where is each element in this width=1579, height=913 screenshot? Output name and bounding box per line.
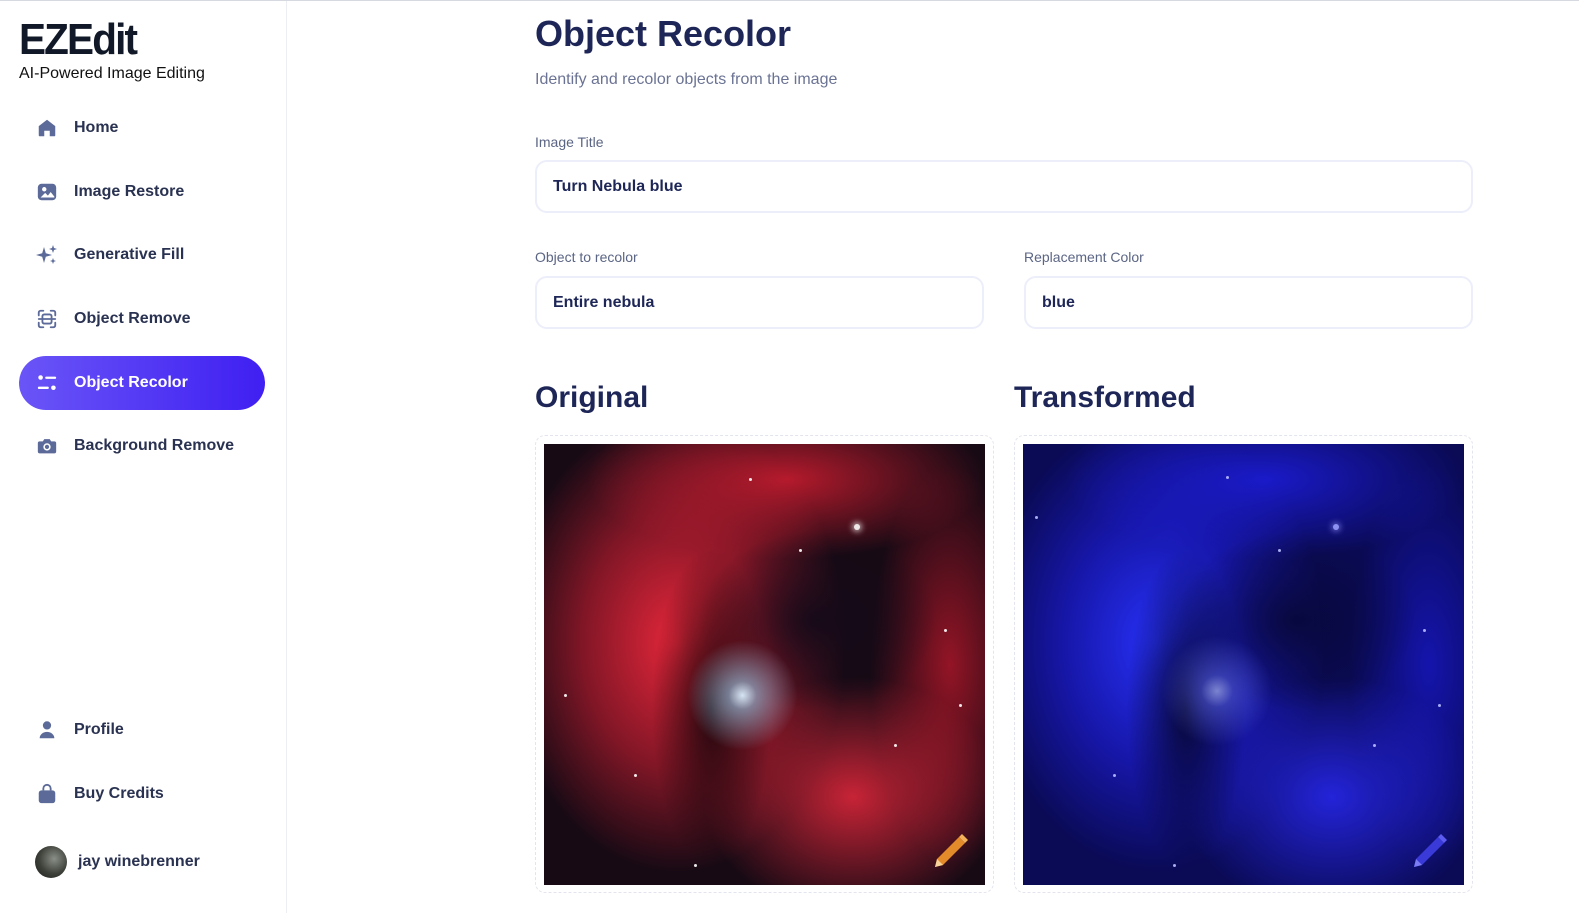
- sidebar-item-object-remove[interactable]: Object Remove: [19, 292, 265, 346]
- transformed-title: Transformed: [1014, 381, 1196, 414]
- original-image-frame: [535, 435, 994, 893]
- star: [1373, 744, 1376, 747]
- star: [854, 524, 860, 530]
- sidebar-item-generative-fill[interactable]: Generative Fill: [19, 228, 265, 282]
- sliders-icon: [35, 371, 59, 395]
- image-title-input[interactable]: [535, 160, 1473, 213]
- object-to-recolor-input[interactable]: [535, 276, 984, 329]
- camera-icon: [35, 434, 59, 458]
- replacement-color-label: Replacement Color: [1024, 249, 1144, 265]
- image-title-label: Image Title: [535, 134, 604, 150]
- star: [1173, 864, 1176, 867]
- pencil-icon[interactable]: [929, 829, 973, 873]
- avatar[interactable]: [35, 846, 67, 878]
- star: [749, 478, 752, 481]
- page-subtitle: Identify and recolor objects from the im…: [535, 71, 838, 88]
- sparkles-icon: [35, 243, 59, 267]
- sidebar: EZEdit AI-Powered Image Editing Home Ima…: [0, 1, 287, 913]
- shopping-bag-icon: [35, 782, 59, 806]
- brand[interactable]: EZEdit AI-Powered Image Editing: [19, 17, 205, 83]
- user-name: jay winebrenner: [78, 853, 200, 870]
- star: [1113, 774, 1116, 777]
- star: [1438, 704, 1441, 707]
- star: [894, 744, 897, 747]
- transformed-image[interactable]: [1023, 444, 1464, 885]
- scan-object-icon: [35, 307, 59, 331]
- star: [799, 549, 802, 552]
- transformed-image-frame: [1014, 435, 1473, 893]
- sidebar-item-image-restore[interactable]: Image Restore: [19, 165, 265, 219]
- star: [1423, 629, 1426, 632]
- sidebar-item-profile[interactable]: Profile: [19, 703, 265, 757]
- sidebar-item-label: Generative Fill: [74, 246, 185, 263]
- sidebar-item-label: Buy Credits: [74, 785, 164, 802]
- sidebar-item-home[interactable]: Home: [19, 101, 265, 155]
- star: [1035, 516, 1038, 519]
- replacement-color-input[interactable]: [1024, 276, 1473, 329]
- star: [1226, 476, 1229, 479]
- home-icon: [35, 116, 59, 140]
- sidebar-item-label: Profile: [74, 721, 124, 738]
- star: [634, 774, 637, 777]
- sidebar-item-label: Object Recolor: [74, 374, 188, 391]
- star: [944, 629, 947, 632]
- sidebar-item-object-recolor[interactable]: Object Recolor: [19, 356, 265, 410]
- star: [1333, 524, 1339, 530]
- sidebar-item-label: Image Restore: [74, 183, 185, 200]
- star: [959, 704, 962, 707]
- sidebar-item-buy-credits[interactable]: Buy Credits: [19, 767, 265, 821]
- star: [1278, 549, 1281, 552]
- brand-logo[interactable]: EZEdit: [19, 17, 190, 63]
- sidebar-item-label: Home: [74, 119, 119, 136]
- original-image[interactable]: [544, 444, 985, 885]
- brand-tagline: AI-Powered Image Editing: [19, 65, 205, 82]
- star: [564, 694, 567, 697]
- sidebar-item-label: Background Remove: [74, 437, 235, 454]
- object-to-recolor-label: Object to recolor: [535, 249, 638, 265]
- star: [694, 864, 697, 867]
- pencil-icon[interactable]: [1408, 829, 1452, 873]
- sidebar-item-background-remove[interactable]: Background Remove: [19, 419, 265, 473]
- image-icon: [35, 180, 59, 204]
- sidebar-item-label: Object Remove: [74, 310, 191, 327]
- page-title: Object Recolor: [535, 13, 792, 54]
- user-icon: [35, 718, 59, 742]
- user-profile[interactable]: jay winebrenner: [35, 846, 200, 878]
- original-title: Original: [535, 381, 649, 414]
